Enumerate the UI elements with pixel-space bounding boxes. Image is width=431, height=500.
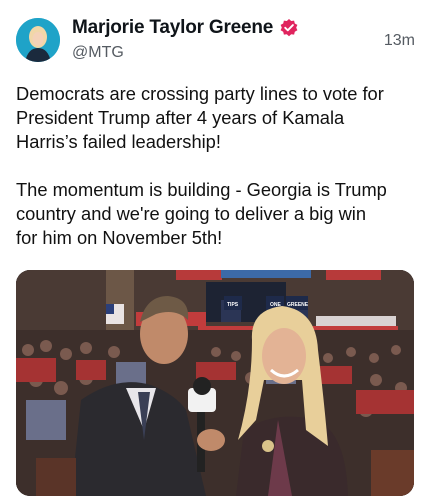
post-body-line: Harris’s failed leadership! [16,131,221,152]
post-body-line: Democrats are crossing party lines to vo… [16,83,384,104]
post-body-line: country and we're going to deliver a big… [16,203,367,224]
stage-sign-text: GREENE [287,302,309,308]
avatar[interactable] [16,18,60,62]
author-name[interactable]: Marjorie Taylor Greene [72,17,273,39]
stage-sign-text: TIPS [227,302,239,308]
post-body-line: The momentum is building - Georgia is Tr… [16,179,387,200]
author-handle[interactable]: @MTG [72,44,124,62]
post-media-image[interactable]: TIPS ONE GREENE [16,270,414,496]
post-body-line: for him on November 5th! [16,227,223,248]
post-body: Democrats are crossing party lines to vo… [16,82,421,250]
post-card: Marjorie Taylor Greene @MTG 13m Democrat… [0,0,431,500]
post-timestamp[interactable]: 13m [384,32,415,50]
post-body-line: President Trump after 4 years of Kamala [16,107,345,128]
verified-badge-icon [279,18,299,38]
